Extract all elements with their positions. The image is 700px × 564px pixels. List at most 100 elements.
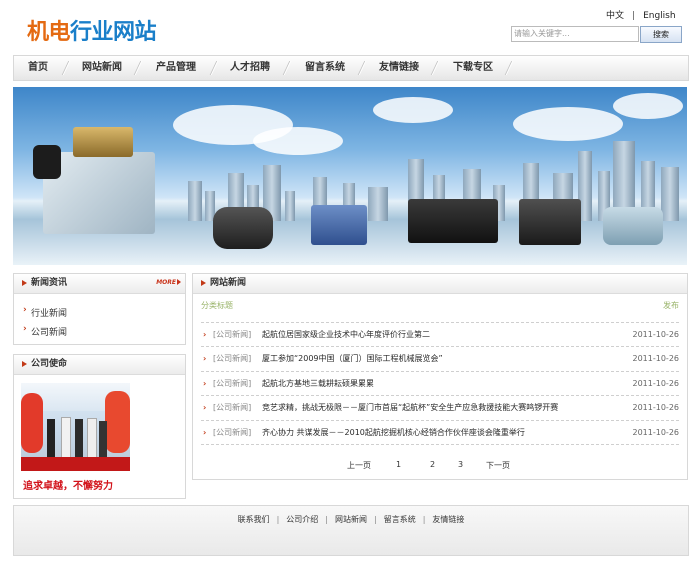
row-divider (201, 322, 679, 323)
news-row[interactable]: › [公司新闻] 齐心协力 共谋发展－－2010起航挖掘机核心经销合作伙伴座谈会… (201, 425, 679, 441)
box-header: 公司使命 (14, 355, 185, 375)
lang-separator: | (632, 11, 636, 21)
nav-divider (433, 61, 439, 75)
news-row[interactable]: › [公司新闻] 起航位居国家级企业技术中心年度评价行业第二 2011-10-2… (201, 327, 679, 343)
news-row[interactable]: › [公司新闻] 起航北方基地三载耕耘硕果累累 2011-10-26 (201, 376, 679, 392)
row-divider (201, 420, 679, 421)
nav-divider (285, 61, 291, 75)
building (368, 187, 388, 221)
site-news-box: 网站新闻 分类标题 发布 › [公司新闻] 起航位居国家级企业技术中心年度评价行… (192, 273, 688, 480)
news-date: 2011-10-26 (632, 354, 680, 363)
news-category: [公司新闻] (213, 354, 252, 363)
news-category: [公司新闻] (213, 379, 252, 388)
company-mission-box: 公司使命 追求卓越，不懈努力 (13, 354, 186, 499)
building (285, 191, 295, 221)
main-nav: 首页 网站新闻 产品管理 人才招聘 留言系统 友情链接 下载专区 (13, 55, 689, 81)
footer-link-about[interactable]: 公司介绍 (286, 515, 318, 524)
column-header-date: 发布 (663, 301, 679, 310)
logo-text-1: 机电 (27, 20, 71, 45)
bullet-arrow-icon: › (203, 354, 207, 363)
lang-chinese-link[interactable]: 中文 (606, 8, 624, 21)
cloud (513, 107, 623, 141)
lang-english-link[interactable]: English (643, 11, 676, 21)
nav-item-guestbook[interactable]: 留言系统 (305, 56, 345, 80)
next-page-link[interactable]: 下一页 (486, 460, 510, 471)
row-divider (201, 371, 679, 372)
box-header: 网站新闻 (193, 274, 687, 294)
footer-separator: | (422, 515, 426, 524)
pump-image (603, 207, 663, 245)
valve-image (519, 199, 581, 245)
footer-separator: | (325, 515, 328, 524)
footer-link-friends[interactable]: 友情链接 (432, 515, 464, 524)
pagination: 上一页 1 2 3 下一页 (193, 460, 687, 472)
cloud (373, 97, 453, 123)
side-link-industry-news[interactable]: 行业新闻 (23, 305, 67, 319)
side-link-company-news[interactable]: 公司新闻 (23, 324, 67, 338)
column-header-category: 分类标题 (201, 301, 233, 310)
footer-link-contact[interactable]: 联系我们 (238, 515, 270, 524)
row-divider (201, 395, 679, 396)
cloud (613, 93, 683, 119)
news-date: 2011-10-26 (632, 428, 680, 437)
page-link[interactable]: 3 (458, 460, 463, 469)
footer: 联系我们 | 公司介绍 | 网站新闻 | 留言系统 | 友情链接 (13, 505, 689, 556)
prev-page-link[interactable]: 上一页 (347, 460, 371, 471)
news-date: 2011-10-26 (632, 379, 680, 388)
mission-photo (21, 383, 130, 471)
hero-banner (13, 87, 687, 265)
valve-image (408, 199, 498, 243)
building (661, 167, 679, 221)
nav-divider (64, 61, 70, 75)
more-link[interactable]: MORE (156, 279, 181, 286)
news-title-link[interactable]: 起航北方基地三载耕耘硕果累累 (262, 376, 374, 392)
bullet-arrow-icon: › (203, 379, 207, 388)
search-button[interactable]: 搜索 (640, 26, 682, 43)
building (188, 181, 202, 221)
news-info-title: 新闻资讯 (21, 274, 67, 293)
language-switch: 中文 | English (606, 8, 676, 21)
nav-item-site-news[interactable]: 网站新闻 (82, 56, 122, 80)
bullet-arrow-icon: › (203, 428, 207, 437)
footer-links: 联系我们 | 公司介绍 | 网站新闻 | 留言系统 | 友情链接 (14, 514, 688, 525)
news-row[interactable]: › [公司新闻] 厦工参加“2009中国（厦门）国际工程机械展览会” 2011-… (201, 351, 679, 367)
nav-item-downloads[interactable]: 下载专区 (453, 56, 493, 80)
footer-link-news[interactable]: 网站新闻 (335, 515, 367, 524)
news-title-link[interactable]: 竞艺求精，挑战无极限－－厦门市首届“起航杯”安全生产应急救援技能大赛鸣锣开赛 (262, 400, 558, 416)
logo-text-2: 行业网站 (70, 20, 157, 45)
footer-separator: | (276, 515, 280, 524)
nav-item-home[interactable]: 首页 (28, 56, 48, 80)
solenoid-image (33, 145, 61, 179)
news-title-link[interactable]: 厦工参加“2009中国（厦门）国际工程机械展览会” (262, 351, 443, 367)
site-news-title: 网站新闻 (200, 274, 246, 293)
bullet-arrow-icon: › (203, 403, 207, 412)
pump-image (213, 207, 273, 249)
box-header: 新闻资讯 MORE (14, 274, 185, 294)
company-mission-title: 公司使命 (21, 355, 67, 374)
solenoid-image (73, 127, 133, 157)
mission-slogan: 追求卓越，不懈努力 (23, 481, 113, 492)
footer-link-guestbook[interactable]: 留言系统 (384, 515, 416, 524)
news-info-box: 新闻资讯 MORE 行业新闻 公司新闻 (13, 273, 186, 345)
news-title-link[interactable]: 齐心协力 共谋发展－－2010起航挖掘机核心经销合作伙伴座谈会隆重举行 (262, 425, 525, 441)
cloud (253, 127, 343, 155)
row-divider (201, 346, 679, 347)
nav-item-products[interactable]: 产品管理 (156, 56, 196, 80)
nav-divider (136, 61, 142, 75)
page-link[interactable]: 1 (396, 460, 401, 469)
nav-item-links[interactable]: 友情链接 (379, 56, 419, 80)
bullet-arrow-icon: › (203, 330, 207, 339)
pump-image (311, 205, 367, 245)
search-input[interactable]: 请输入关键字... (511, 26, 639, 42)
news-date: 2011-10-26 (632, 403, 680, 412)
site-logo[interactable]: 机电行业网站 (27, 14, 157, 46)
news-category: [公司新闻] (213, 403, 252, 412)
news-title-link[interactable]: 起航位居国家级企业技术中心年度评价行业第二 (262, 327, 430, 343)
nav-item-jobs[interactable]: 人才招聘 (230, 56, 270, 80)
nav-divider (212, 61, 218, 75)
news-row[interactable]: › [公司新闻] 竞艺求精，挑战无极限－－厦门市首届“起航杯”安全生产应急救援技… (201, 400, 679, 416)
news-category: [公司新闻] (213, 330, 252, 339)
nav-divider (360, 61, 366, 75)
row-divider (201, 444, 679, 445)
page-link[interactable]: 2 (430, 460, 435, 469)
